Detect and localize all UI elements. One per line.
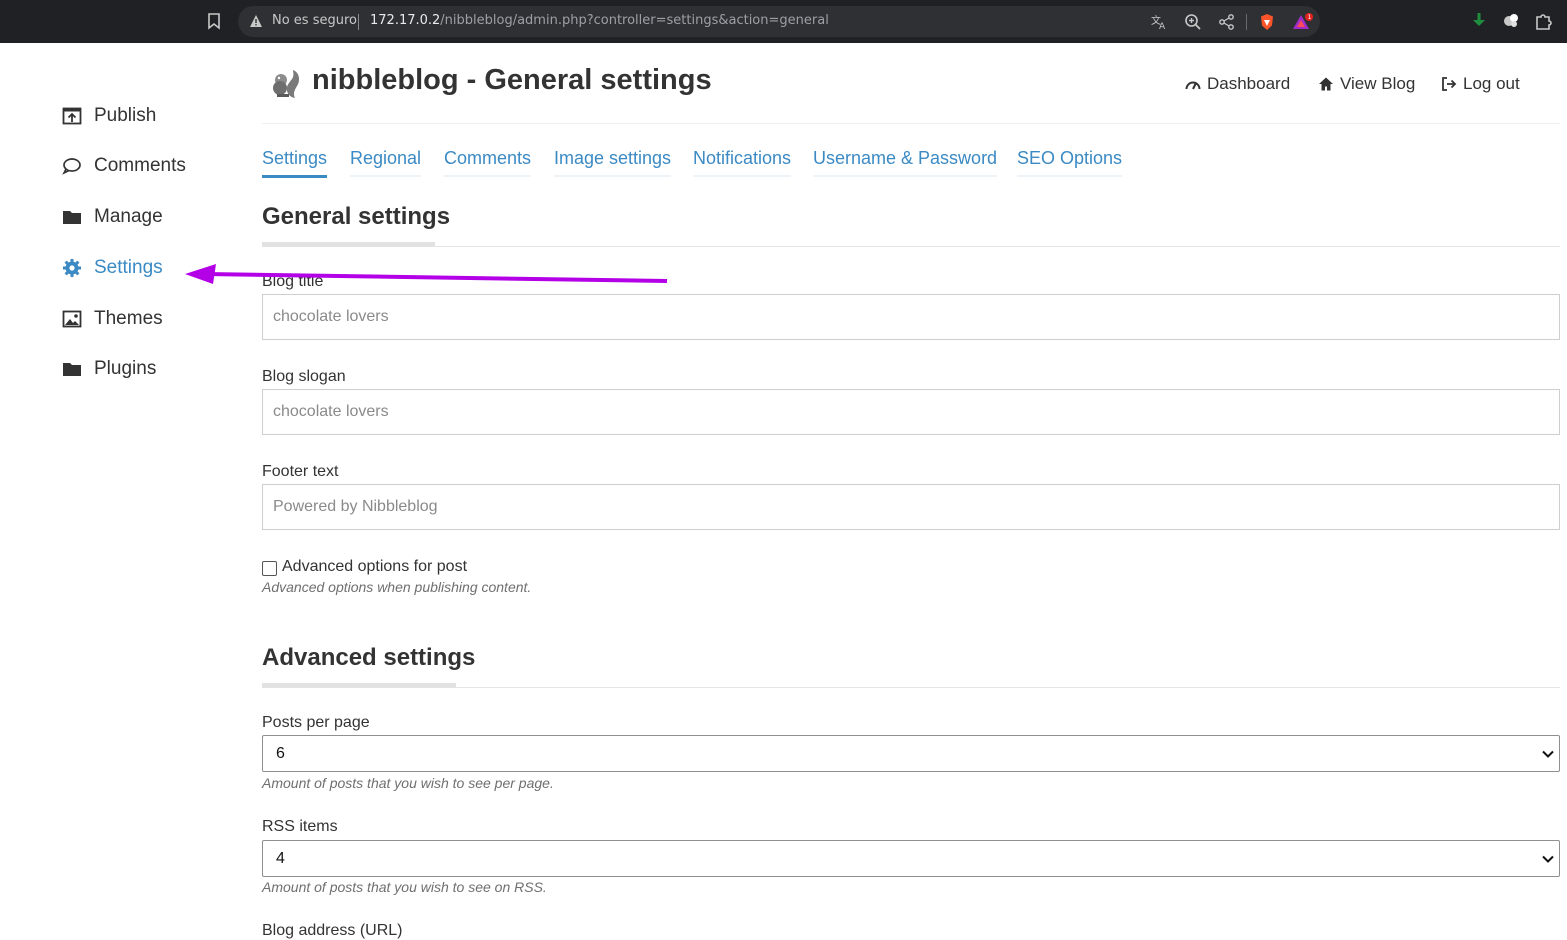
sidebar: Publish Comments Manage Settings Themes … <box>0 43 240 937</box>
dashboard-icon <box>1185 76 1201 92</box>
sidebar-item-label: Plugins <box>94 358 157 379</box>
bookmark-icon[interactable] <box>206 12 222 30</box>
footer-text-label: Footer text <box>262 463 339 480</box>
gear-icon <box>62 258 82 278</box>
tab-settings[interactable]: Settings <box>262 148 328 178</box>
sidebar-item-label: Settings <box>94 257 163 278</box>
divider <box>358 14 359 30</box>
log-out-icon <box>1441 76 1457 92</box>
divider <box>1246 14 1247 30</box>
chevron-down-icon <box>1541 852 1555 866</box>
warning-icon <box>249 14 263 28</box>
security-status[interactable]: No es seguro <box>272 13 357 28</box>
page-title: nibbleblog - General settings <box>312 64 712 96</box>
notification-badge: 1 <box>1308 14 1312 21</box>
tab-comments[interactable]: Comments <box>444 148 532 177</box>
tab-regional[interactable]: Regional <box>350 148 422 177</box>
sidebar-item-themes[interactable]: Themes <box>62 304 163 334</box>
url-host: 172.17.0.2 <box>370 13 441 28</box>
posts-per-page-select[interactable]: 6 <box>262 735 1560 772</box>
blog-slogan-input[interactable] <box>262 389 1560 435</box>
publish-icon <box>62 106 82 126</box>
sidebar-item-plugins[interactable]: Plugins <box>62 354 156 384</box>
home-icon <box>1318 76 1334 92</box>
sidebar-item-label: Comments <box>94 155 186 176</box>
extension-icon[interactable] <box>1501 11 1521 31</box>
divider <box>262 246 1560 247</box>
zoom-icon[interactable] <box>1184 13 1202 31</box>
translate-icon[interactable]: 文A <box>1150 13 1168 32</box>
sidebar-item-comments[interactable]: Comments <box>62 151 186 181</box>
selected-value: 6 <box>276 745 285 762</box>
comment-icon <box>62 156 82 176</box>
advanced-options-checkbox[interactable] <box>262 561 277 576</box>
address-bar[interactable]: No es seguro 172.17.0.2/nibbleblog/admin… <box>238 6 1320 37</box>
blog-address-label: Blog address (URL) <box>262 922 403 939</box>
nibbleblog-logo-icon <box>271 66 303 100</box>
advanced-options-label[interactable]: Advanced options for post <box>282 558 467 576</box>
heading-underline <box>262 683 456 688</box>
general-settings-heading: General settings <box>262 203 451 230</box>
sidebar-item-manage[interactable]: Manage <box>62 202 163 232</box>
download-icon[interactable] <box>1469 11 1489 31</box>
log-out-label: Log out <box>1463 74 1520 93</box>
tab-seo-options[interactable]: SEO Options <box>1017 148 1123 177</box>
url-path: /nibbleblog/admin.php?controller=setting… <box>440 13 829 28</box>
tab-image-settings[interactable]: Image settings <box>554 148 672 177</box>
brave-shield-icon[interactable] <box>1258 13 1276 31</box>
annotation-arrow-icon <box>180 258 675 290</box>
chevron-down-icon <box>1541 747 1555 761</box>
log-out-link[interactable]: Log out <box>1441 74 1520 94</box>
view-blog-link[interactable]: View Blog <box>1318 74 1415 94</box>
dashboard-link[interactable]: Dashboard <box>1185 74 1290 94</box>
folder-icon <box>62 359 82 379</box>
rss-items-label: RSS items <box>262 818 338 835</box>
sidebar-item-label: Publish <box>94 105 157 126</box>
advanced-options-help: Advanced options when publishing content… <box>262 579 532 595</box>
blog-title-input[interactable] <box>262 294 1560 340</box>
divider <box>262 687 1560 688</box>
view-blog-label: View Blog <box>1340 74 1416 93</box>
browser-toolbar: No es seguro 172.17.0.2/nibbleblog/admin… <box>0 0 1567 43</box>
sidebar-item-label: Themes <box>94 308 163 329</box>
blog-slogan-label: Blog slogan <box>262 368 346 385</box>
tab-username-password[interactable]: Username & Password <box>813 148 998 177</box>
advanced-settings-heading: Advanced settings <box>262 644 476 671</box>
selected-value: 4 <box>276 850 285 867</box>
svg-text:A: A <box>1159 22 1166 31</box>
sidebar-item-publish[interactable]: Publish <box>62 101 156 131</box>
dashboard-label: Dashboard <box>1207 74 1291 93</box>
rss-items-help: Amount of posts that you wish to see on … <box>262 879 547 895</box>
sidebar-item-settings[interactable]: Settings <box>62 253 163 283</box>
puzzle-icon[interactable] <box>1533 11 1553 31</box>
tab-notifications[interactable]: Notifications <box>693 148 792 177</box>
footer-text-input[interactable] <box>262 484 1560 530</box>
image-icon <box>62 309 82 329</box>
posts-per-page-help: Amount of posts that you wish to see per… <box>262 775 554 791</box>
posts-per-page-label: Posts per page <box>262 714 370 731</box>
sidebar-item-label: Manage <box>94 206 163 227</box>
share-icon[interactable] <box>1218 13 1236 31</box>
rss-items-select[interactable]: 4 <box>262 840 1560 877</box>
folder-icon <box>62 207 82 227</box>
brave-rewards-icon[interactable]: 1 <box>1292 13 1313 31</box>
url-text[interactable]: 172.17.0.2/nibbleblog/admin.php?controll… <box>370 13 829 28</box>
heading-underline <box>262 242 435 247</box>
divider <box>262 123 1560 124</box>
